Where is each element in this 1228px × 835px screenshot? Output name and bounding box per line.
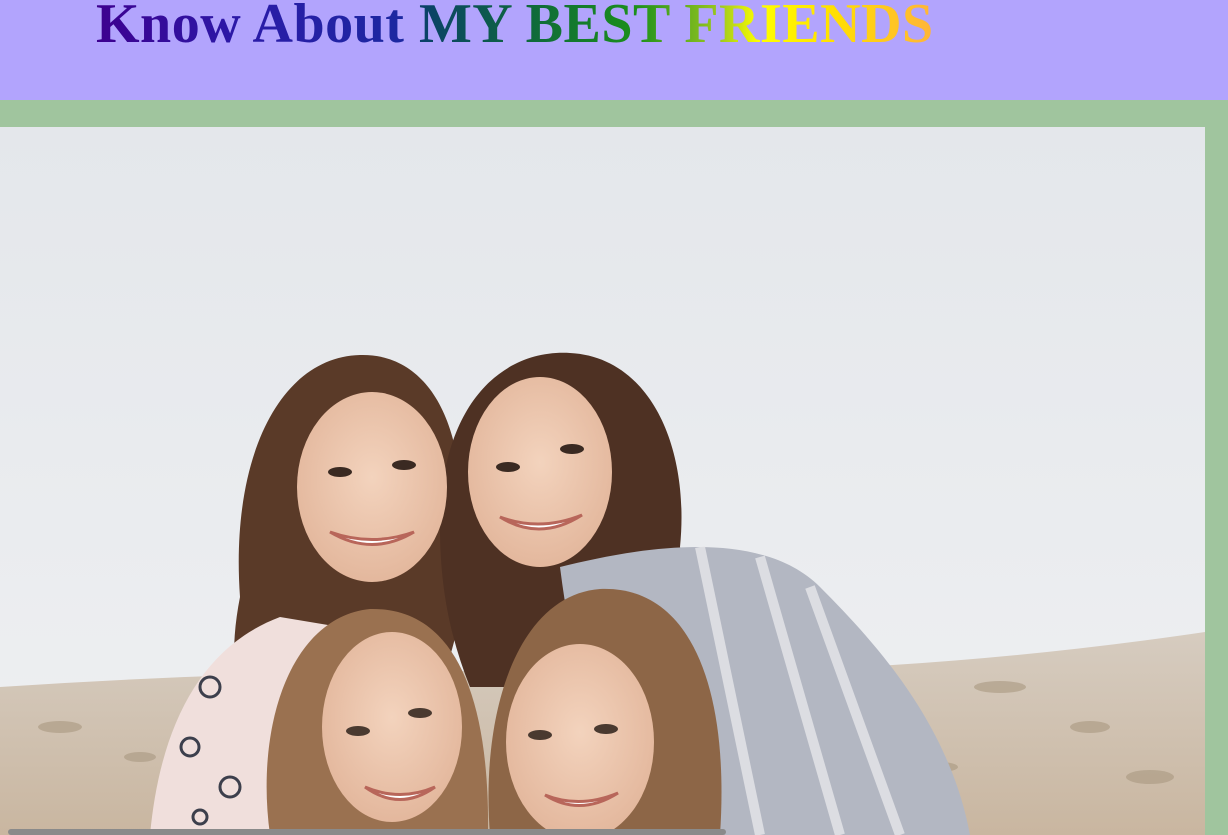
page-title-part-2: MY BEST FRIENDS [419, 0, 934, 55]
page-title-part-1: Know About [96, 0, 419, 55]
horizontal-scrollbar[interactable] [8, 829, 726, 835]
header-banner: Know About MY BEST FRIENDS [0, 0, 1228, 100]
page-title: Know About MY BEST FRIENDS [96, 0, 934, 60]
friends-photo [0, 127, 1205, 835]
friends-photo-illustration [0, 127, 1205, 835]
